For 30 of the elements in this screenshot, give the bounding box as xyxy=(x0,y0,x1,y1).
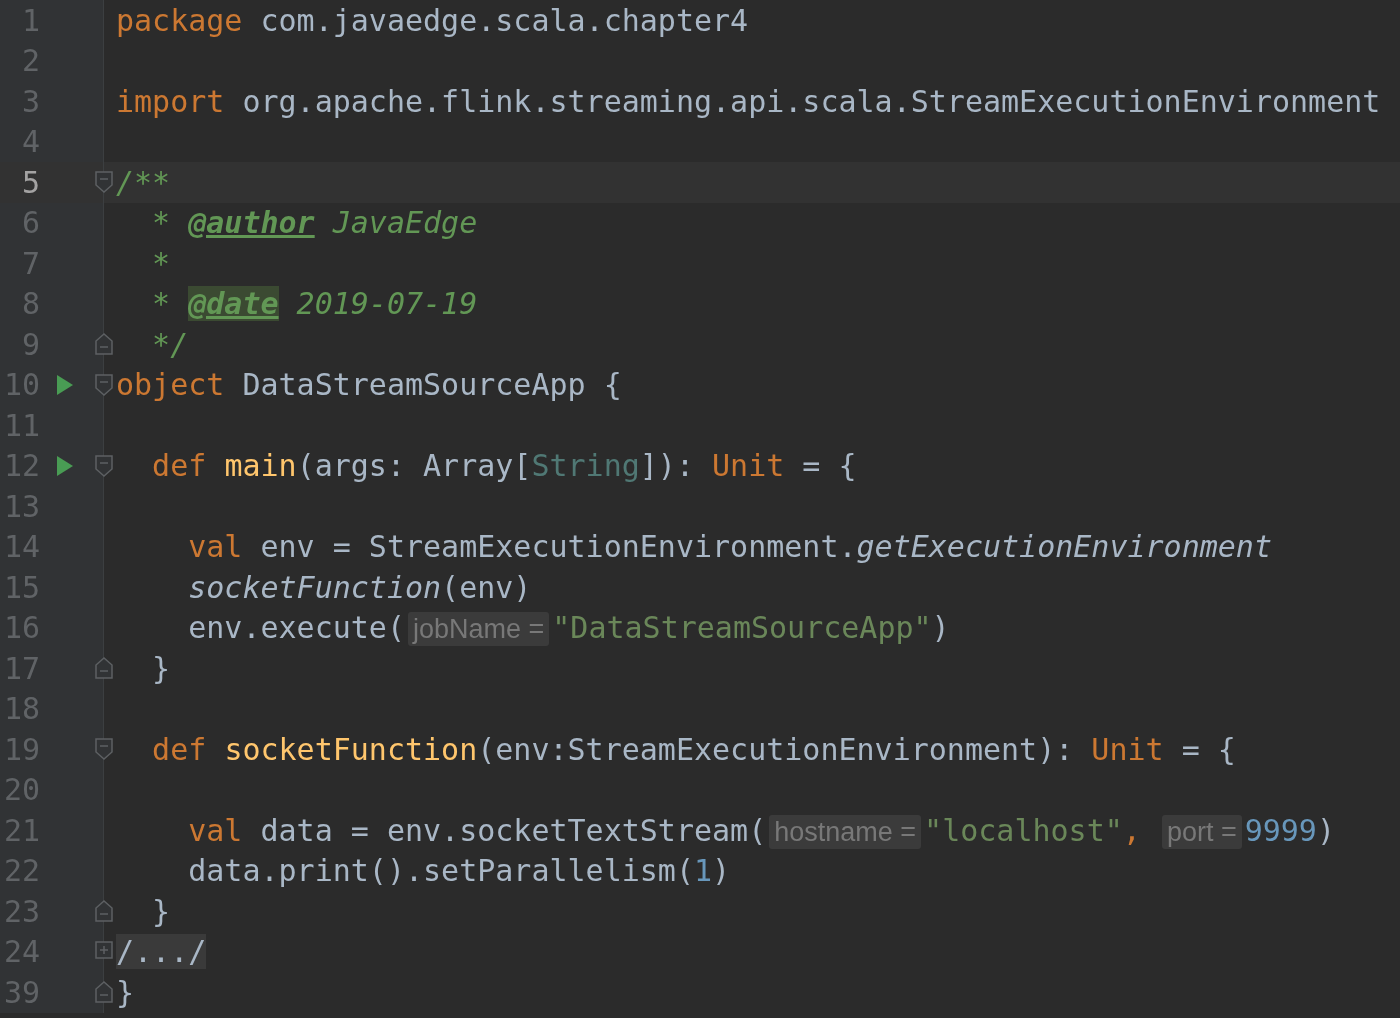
code-line: } xyxy=(151,650,171,686)
expand-icon[interactable] xyxy=(95,940,113,959)
code-line: data.print().setParallelism(1) xyxy=(187,853,731,889)
line-number: 5 xyxy=(20,164,40,200)
fold-icon[interactable] xyxy=(95,900,113,922)
code-line: * @date 2019-07-19 xyxy=(151,286,478,322)
fold-icon[interactable] xyxy=(95,981,113,1003)
code-line: object DataStreamSourceApp { xyxy=(116,367,622,403)
code-line: package com.javaedge.scala.chapter4 xyxy=(116,2,749,38)
code-line: import org.apache.flink.streaming.api.scala.StreamExecutionEnvironment xyxy=(116,83,1381,119)
code-line: socketFunction(env) xyxy=(187,569,532,605)
code-line: val data = env.socketTextStream( hostname = "localhost", port = 9999) xyxy=(187,812,1335,848)
code-line: */ xyxy=(151,326,189,362)
fold-icon[interactable] xyxy=(95,373,113,396)
fold-icon[interactable] xyxy=(95,657,113,679)
code-line: def main(args: Array[String]): Unit = { xyxy=(151,448,857,484)
run-icon[interactable] xyxy=(56,373,74,396)
fold-icon[interactable] xyxy=(95,171,113,193)
code-line: def socketFunction(env:StreamExecutionEnvironment): Unit = { xyxy=(151,731,1236,767)
fold-icon[interactable] xyxy=(95,738,113,760)
code-line: * @author JavaEdge xyxy=(151,205,478,241)
code-line: /** xyxy=(116,164,171,200)
code-line: env.execute( jobName = "DataStreamSourceApp") xyxy=(187,610,950,646)
code-line: val env = StreamExecutionEnvironment.getExecutionEnvironment xyxy=(187,529,1272,565)
fold-icon[interactable] xyxy=(95,454,113,477)
code-line: } xyxy=(151,893,171,929)
code-line: } xyxy=(116,974,135,1010)
fold-icon[interactable] xyxy=(95,333,113,355)
code-line: * xyxy=(151,245,171,281)
run-icon[interactable] xyxy=(56,454,74,477)
